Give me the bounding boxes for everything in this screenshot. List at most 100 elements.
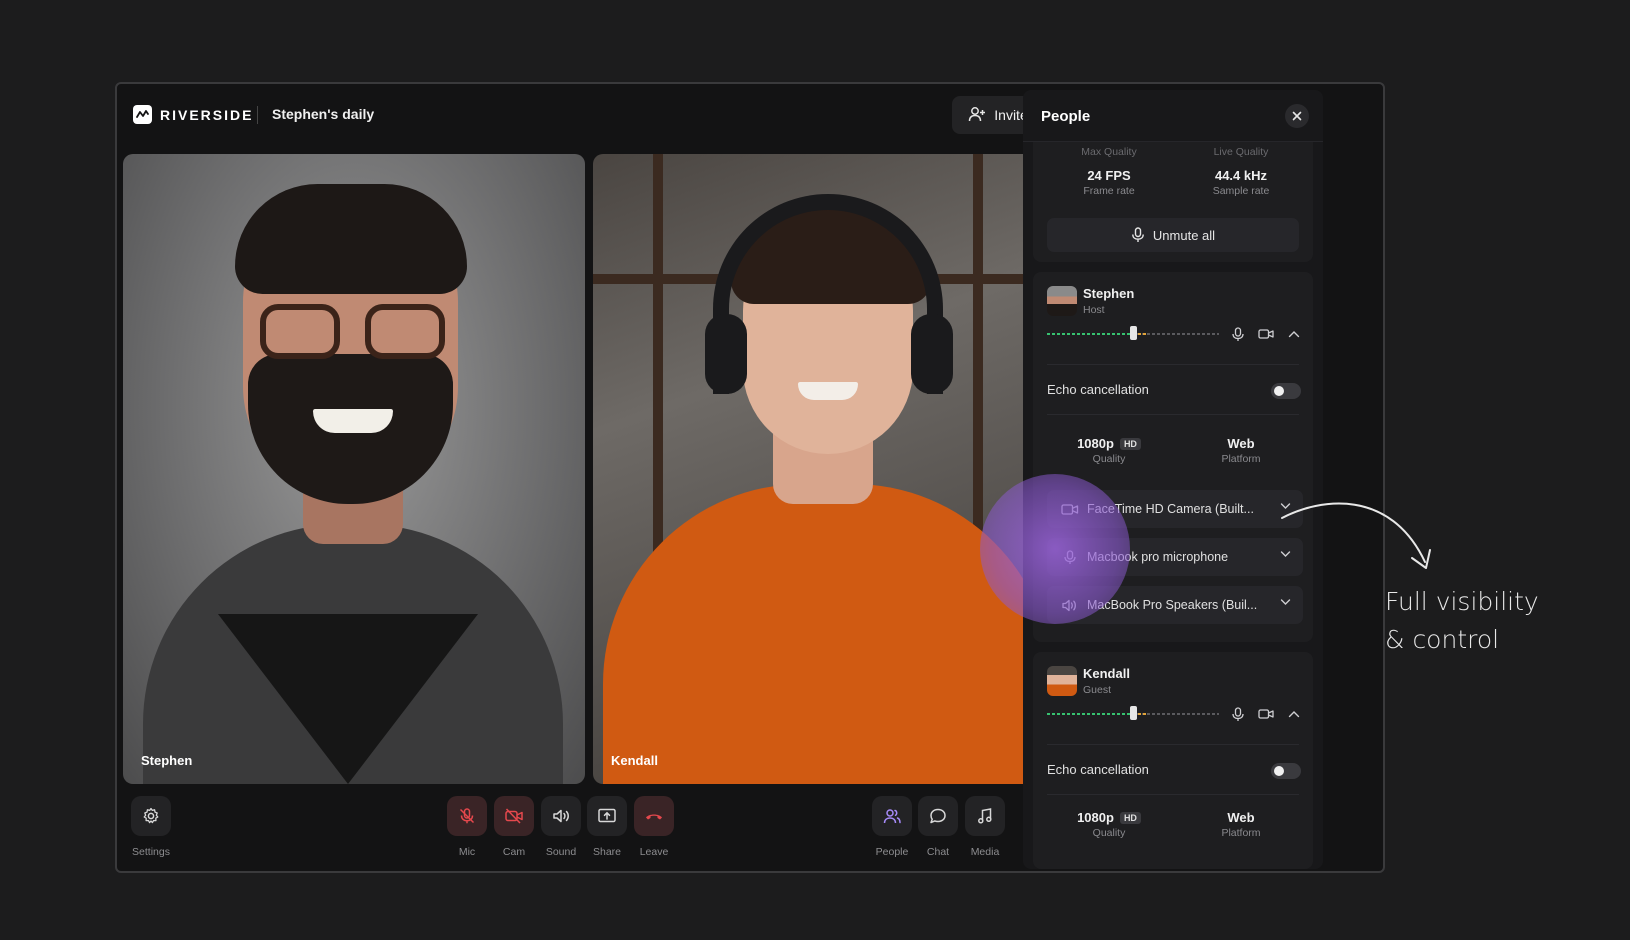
camera-icon — [1258, 329, 1274, 339]
camera-device-select[interactable]: FaceTime HD Camera (Built... — [1047, 490, 1303, 528]
people-label: People — [875, 846, 909, 858]
chevron-up-icon — [1288, 331, 1300, 338]
people-panel: People Max Quality Live Quality 24 FPS F… — [1023, 90, 1323, 869]
figure-hair — [235, 184, 467, 294]
microphone-icon — [1232, 706, 1244, 721]
microphone-device-select[interactable]: Macbook pro microphone — [1047, 538, 1303, 576]
camera-device-name: FaceTime HD Camera (Built... — [1087, 502, 1254, 516]
people-button[interactable]: People — [868, 796, 916, 858]
microphone-icon — [1232, 326, 1244, 341]
divider — [1047, 744, 1299, 745]
slider-handle[interactable] — [1129, 706, 1137, 720]
figure-headphone-cup — [911, 314, 953, 394]
video-tile-stephen[interactable]: Stephen — [123, 154, 585, 784]
hd-badge: HD — [1119, 812, 1141, 824]
camera-icon — [1061, 503, 1079, 515]
echo-cancellation-toggle[interactable] — [1271, 763, 1301, 779]
panel-title: People — [1041, 108, 1091, 125]
sample-rate-stat: 44.4 kHz Sample rate — [1181, 168, 1301, 197]
collapse-participant-button[interactable] — [1283, 324, 1305, 344]
recording-stats-card: Max Quality Live Quality 24 FPS Frame ra… — [1033, 142, 1313, 262]
leave-button[interactable]: Leave — [630, 796, 678, 858]
speaker-device-name: MacBook Pro Speakers (Buil... — [1087, 598, 1258, 612]
participant-mic-button[interactable] — [1227, 704, 1249, 724]
live-quality-label: Live Quality — [1213, 146, 1269, 158]
mic-button[interactable]: Mic — [443, 796, 491, 858]
chat-bubble-icon — [918, 796, 958, 836]
sound-label: Sound — [545, 846, 577, 858]
speaker-icon — [541, 796, 581, 836]
session-title: Stephen's daily — [272, 106, 375, 122]
speaker-icon — [1062, 599, 1076, 611]
chevron-up-icon — [1288, 711, 1300, 718]
slider-handle[interactable] — [1129, 326, 1137, 340]
figure-headphone-cup — [705, 314, 747, 394]
music-note-icon — [965, 796, 1005, 836]
media-button[interactable]: Media — [961, 796, 1009, 858]
frame-rate-value: 24 FPS — [1087, 168, 1131, 183]
echo-cancellation-label: Echo cancellation — [1047, 762, 1149, 777]
unmute-all-button[interactable]: Unmute all — [1047, 218, 1299, 252]
sample-rate-value: 44.4 kHz — [1214, 168, 1268, 183]
bottom-toolbar: Settings Mic Cam Sound Share Leave Peopl… — [117, 784, 1057, 871]
echo-cancellation-toggle[interactable] — [1271, 383, 1301, 399]
microphone-device-name: Macbook pro microphone — [1087, 550, 1229, 564]
echo-cancellation-label: Echo cancellation — [1047, 382, 1149, 397]
close-icon — [1292, 111, 1302, 121]
divider — [1047, 364, 1299, 365]
camera-off-icon — [494, 796, 534, 836]
cam-button[interactable]: Cam — [490, 796, 538, 858]
brand-name: RIVERSIDE — [160, 106, 254, 123]
divider — [1047, 794, 1299, 795]
frame-rate-stat: 24 FPS Frame rate — [1049, 168, 1169, 197]
sound-button[interactable]: Sound — [537, 796, 585, 858]
quality-text: 1080p — [1077, 810, 1114, 825]
divider — [1047, 414, 1299, 415]
platform-value: Web — [1227, 810, 1255, 825]
camera-icon — [1258, 709, 1274, 719]
riverside-logo[interactable]: RIVERSIDE — [133, 105, 253, 124]
chat-label: Chat — [926, 846, 950, 858]
leave-label: Leave — [639, 846, 669, 858]
volume-slider[interactable] — [1047, 326, 1219, 340]
platform-label: Platform — [1221, 453, 1261, 465]
riverside-logo-icon — [133, 105, 152, 124]
unmute-all-label: Unmute all — [1152, 227, 1216, 243]
share-button[interactable]: Share — [583, 796, 631, 858]
participant-name: Stephen — [1083, 286, 1135, 301]
participant-cam-button[interactable] — [1255, 324, 1277, 344]
figure-shirt — [603, 484, 1053, 784]
speaker-device-select[interactable]: MacBook Pro Speakers (Buil... — [1047, 586, 1303, 624]
settings-label: Settings — [132, 846, 170, 858]
tile-name-label: Stephen — [141, 753, 193, 768]
settings-button[interactable]: Settings — [127, 796, 175, 858]
participant-role: Host — [1083, 304, 1105, 316]
avatar — [1047, 286, 1077, 316]
quality-stat: 1080p HD Quality — [1049, 810, 1169, 839]
platform-stat: Web Platform — [1181, 436, 1301, 465]
microphone-icon — [1064, 549, 1076, 564]
background-window-frame — [973, 154, 983, 554]
volume-slider[interactable] — [1047, 706, 1219, 720]
phone-hangup-icon — [634, 796, 674, 836]
share-screen-icon — [587, 796, 627, 836]
max-quality-label: Max Quality — [1081, 146, 1137, 158]
chat-button[interactable]: Chat — [914, 796, 962, 858]
video-tile-kendall[interactable]: Kendall — [593, 154, 1055, 784]
participant-mic-button[interactable] — [1227, 324, 1249, 344]
header: RIVERSIDE Stephen's daily Invite — [117, 84, 1057, 150]
annotation-text: Full visibility & control — [1385, 583, 1539, 659]
quality-value: 1080p HD — [1049, 810, 1169, 825]
share-label: Share — [592, 846, 622, 858]
platform-stat: Web Platform — [1181, 810, 1301, 839]
close-panel-button[interactable] — [1285, 104, 1309, 128]
participant-card-kendall: Kendall Guest Echo cancellation 1080p HD… — [1033, 652, 1313, 869]
quality-text: 1080p — [1077, 436, 1114, 451]
collapse-participant-button[interactable] — [1283, 704, 1305, 724]
header-divider — [257, 106, 258, 124]
add-user-icon — [968, 106, 986, 125]
panel-header: People — [1023, 90, 1323, 142]
participant-card-stephen: Stephen Host Echo cancellation 1080p HD … — [1033, 272, 1313, 642]
media-label: Media — [970, 846, 1000, 858]
participant-cam-button[interactable] — [1255, 704, 1277, 724]
